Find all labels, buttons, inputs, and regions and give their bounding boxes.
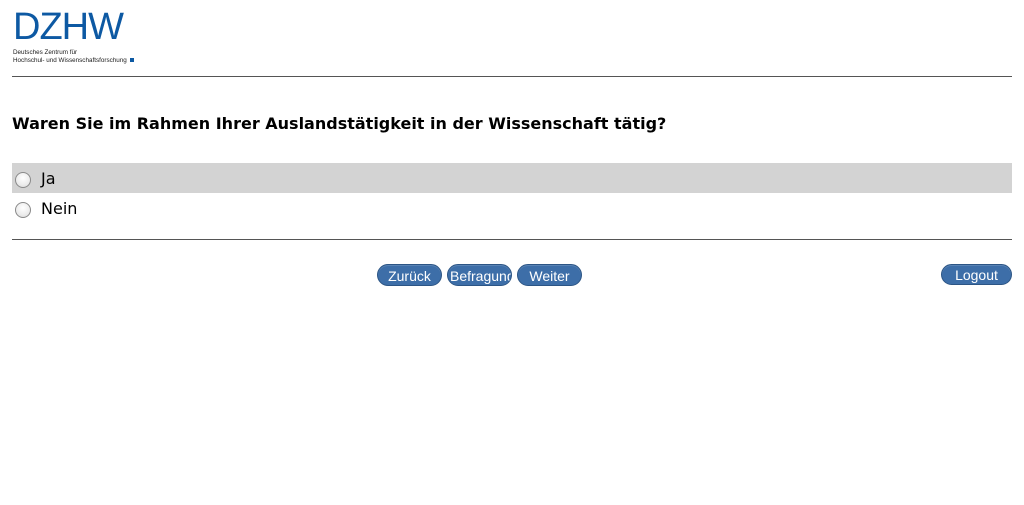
bottom-divider — [12, 239, 1012, 240]
radio-button-nein[interactable] — [15, 202, 31, 218]
logo-subtitle-line-2-text: Hochschul- und Wissenschaftsforschung — [13, 56, 127, 64]
option-label-ja: Ja — [41, 168, 56, 188]
top-divider — [12, 76, 1012, 77]
option-label-nein: Nein — [41, 198, 78, 218]
dzhw-logo: DZHW Deutsches Zentrum für Hochschul- un… — [13, 8, 153, 68]
answer-options: Ja Nein — [12, 163, 1012, 223]
next-button[interactable]: Weiter — [517, 264, 582, 286]
logo-square-icon — [129, 57, 134, 62]
back-button[interactable]: Zurück — [377, 264, 442, 286]
logo-subtitle: Deutsches Zentrum für Hochschul- und Wis… — [13, 49, 153, 64]
logo-subtitle-line-2: Hochschul- und Wissenschaftsforschung — [13, 57, 153, 65]
logout-button[interactable]: Logout — [941, 264, 1012, 285]
option-ja[interactable]: Ja — [12, 163, 1012, 193]
question-text: Waren Sie im Rahmen Ihrer Auslandstätigk… — [12, 114, 667, 133]
logo-subtitle-line-1: Deutsches Zentrum für — [13, 49, 78, 56]
option-nein[interactable]: Nein — [12, 193, 1012, 223]
radio-button-ja[interactable] — [15, 172, 31, 188]
survey-page: DZHW Deutsches Zentrum für Hochschul- un… — [0, 0, 1024, 505]
logo-mark: DZHW — [13, 6, 124, 48]
survey-button[interactable]: Befragung — [447, 264, 512, 286]
